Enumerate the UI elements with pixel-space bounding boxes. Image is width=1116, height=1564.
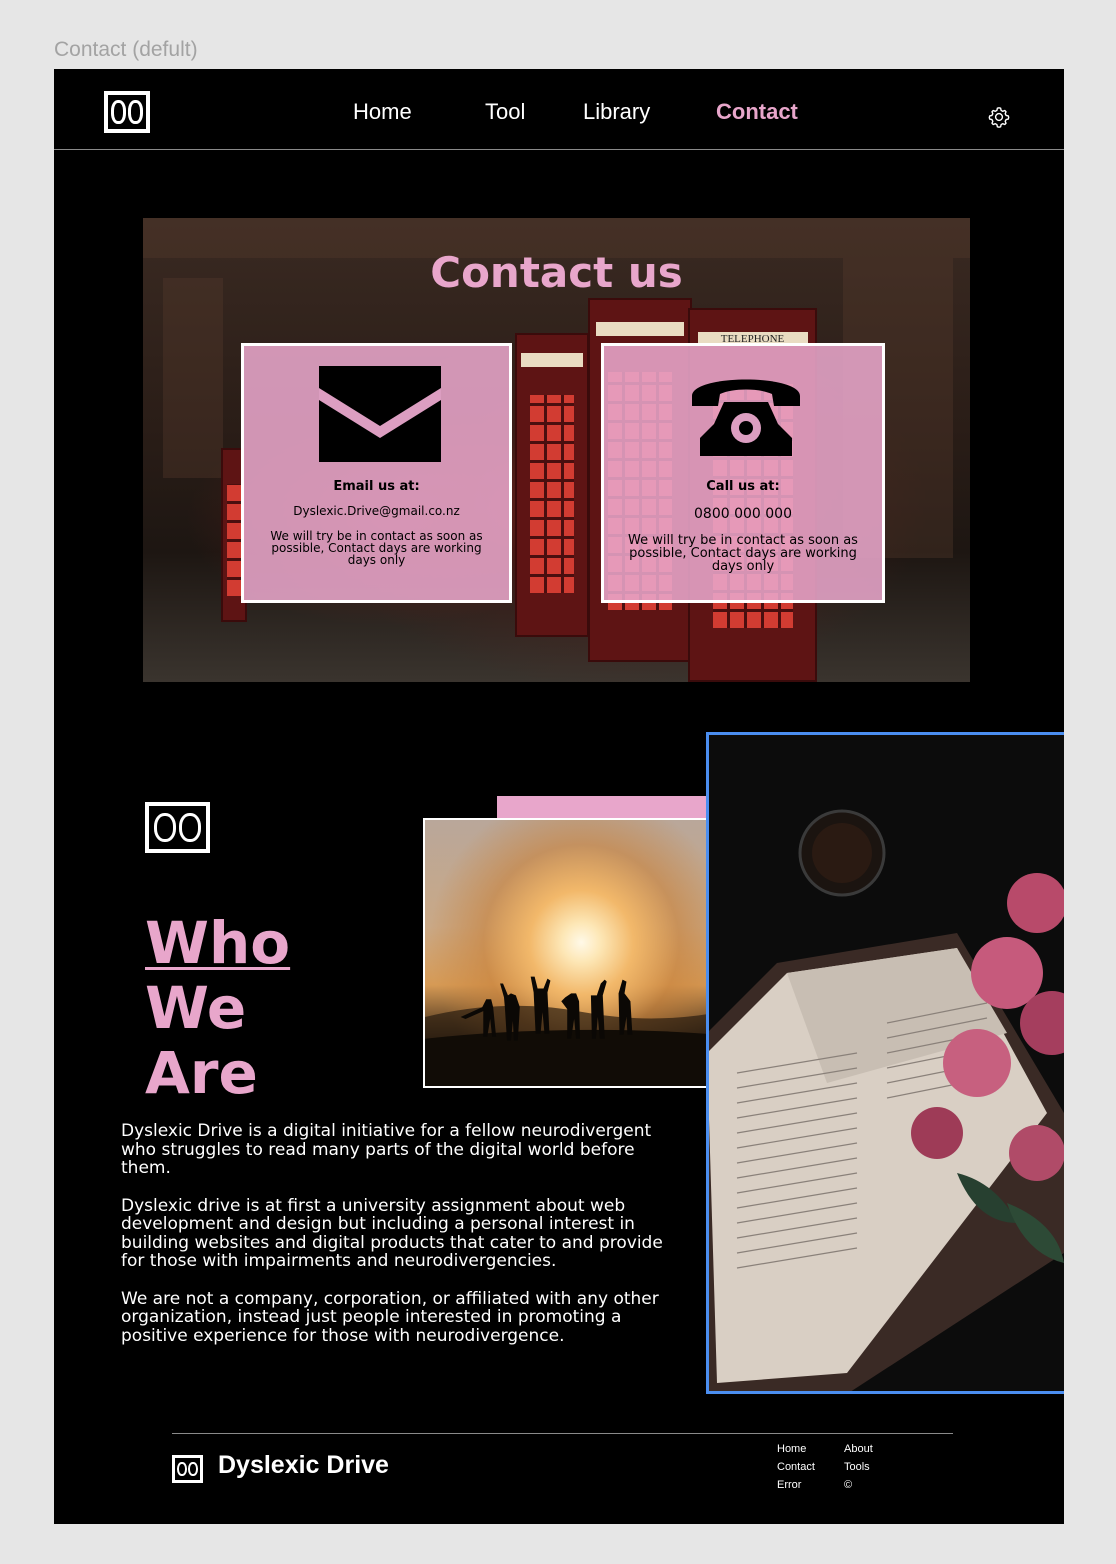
contact-hero: TELEPHONE Contact us Email us at: Dyslex… xyxy=(143,218,970,682)
footer-link-contact[interactable]: Contact xyxy=(777,1461,815,1473)
footer-link-about[interactable]: About xyxy=(844,1443,873,1455)
who-we-are-word-2: We xyxy=(145,974,247,1042)
people-silhouettes xyxy=(425,976,744,1086)
top-nav: Home Tool Library Contact xyxy=(54,69,1064,150)
call-card: Call us at: 0800 000 000 We will try be … xyxy=(601,343,885,603)
hero-bg-window-left xyxy=(163,278,223,478)
nav-home-link[interactable]: Home xyxy=(353,99,412,125)
call-heading: Call us at: xyxy=(706,479,780,494)
who-we-are-logo xyxy=(145,802,210,853)
email-note: We will try be in contact as soon as pos… xyxy=(270,529,483,567)
nav-tool-link[interactable]: Tool xyxy=(485,99,525,125)
nav-library-link[interactable]: Library xyxy=(583,99,650,125)
about-paragraph: We are not a company, corporation, or af… xyxy=(121,1288,659,1346)
footer-link-home[interactable]: Home xyxy=(777,1443,806,1455)
gear-icon[interactable] xyxy=(987,105,1011,129)
contact-title: Contact us xyxy=(430,248,683,297)
footer-logo[interactable] xyxy=(172,1455,203,1483)
group-sunset-photo xyxy=(423,818,746,1088)
about-text: Dyslexic Drive is a digital initiative f… xyxy=(121,1122,671,1364)
who-we-are-word-1: Who xyxy=(145,909,291,977)
footer-link-tools[interactable]: Tools xyxy=(844,1461,870,1473)
email-card: Email us at: Dyslexic.Drive@gmail.co.nz … xyxy=(241,343,512,603)
footer-copyright: © xyxy=(844,1479,853,1491)
footer-link-error[interactable]: Error xyxy=(777,1479,801,1491)
selection-outline xyxy=(706,732,1064,1394)
telephone-booth-middle xyxy=(515,333,589,637)
email-address[interactable]: Dyslexic.Drive@gmail.co.nz xyxy=(244,504,509,518)
call-note: We will try be in contact as soon as pos… xyxy=(628,533,858,574)
who-we-are-word-3: Are xyxy=(145,1039,258,1107)
nav-contact-link[interactable]: Contact xyxy=(716,99,798,125)
who-we-are-heading: Who We Are xyxy=(145,911,290,1106)
envelope-icon xyxy=(319,366,441,462)
about-paragraph: Dyslexic drive is at first a university … xyxy=(121,1195,663,1271)
phone-number[interactable]: 0800 000 000 xyxy=(604,506,882,522)
page-frame: Home Tool Library Contact TELEPHONE Cont… xyxy=(54,69,1064,1524)
telephone-icon xyxy=(692,379,800,456)
about-paragraph: Dyslexic Drive is a digital initiative f… xyxy=(121,1121,652,1178)
footer-divider xyxy=(172,1433,953,1434)
frame-label: Contact (defult) xyxy=(54,38,198,61)
dyslexic-drive-logo[interactable] xyxy=(104,91,150,133)
email-heading: Email us at: xyxy=(333,479,420,494)
footer-brand[interactable]: Dyslexic Drive xyxy=(218,1451,389,1480)
